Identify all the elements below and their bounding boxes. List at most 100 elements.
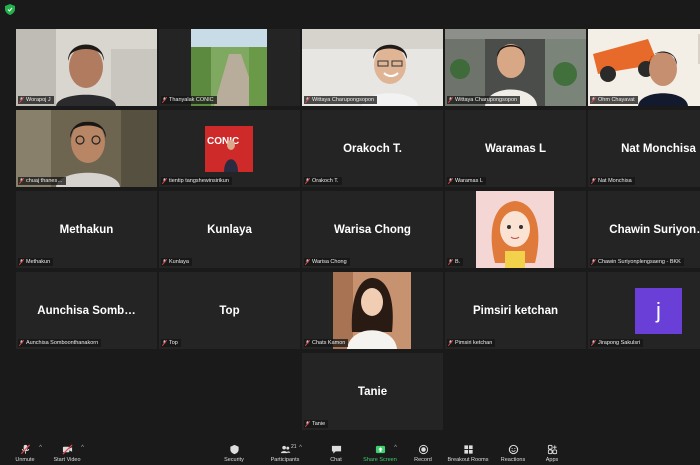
muted-microphone-icon bbox=[591, 97, 596, 103]
apps-button[interactable]: Apps bbox=[527, 444, 577, 463]
participant-tile[interactable]: Chats Kamon bbox=[302, 272, 443, 349]
participant-tile[interactable]: Pimsiri ketchan Pimsiri ketchan bbox=[445, 272, 586, 349]
smiley-icon bbox=[508, 444, 518, 455]
participant-tile[interactable]: Wittaya Charupongsopon bbox=[302, 29, 443, 106]
shield-icon bbox=[229, 444, 239, 455]
record-icon bbox=[418, 444, 428, 455]
participant-name-label: Top bbox=[161, 339, 181, 347]
participant-name-label: Aunchisa Somboonthanakorn bbox=[18, 339, 102, 347]
chevron-up-icon[interactable]: ^ bbox=[81, 445, 84, 451]
participant-tile[interactable]: Tanie Tanie bbox=[302, 353, 443, 430]
participant-name-label: Methakun bbox=[18, 258, 54, 266]
participant-tile[interactable]: Worapoj J bbox=[16, 29, 157, 106]
participants-button[interactable]: 21 Participants ^ bbox=[260, 444, 310, 463]
participant-video bbox=[445, 191, 586, 268]
participant-tile[interactable]: Kunlaya Kunlaya bbox=[159, 191, 300, 268]
participant-tile[interactable]: Ohm Chayavat bbox=[588, 29, 700, 106]
participants-icon bbox=[280, 445, 290, 454]
participant-name-text: Chawin Suriyonplengsaeng - BKK bbox=[598, 259, 681, 265]
participant-name-text: B. bbox=[455, 259, 461, 265]
participant-tile[interactable]: chuaj thanes… bbox=[16, 110, 157, 187]
chevron-up-icon[interactable]: ^ bbox=[394, 445, 397, 451]
muted-microphone-icon bbox=[591, 340, 596, 346]
participant-tile[interactable]: j Jirapong Sakulsri bbox=[588, 272, 700, 349]
participant-name-text: Ohm Chayavat bbox=[598, 97, 635, 103]
participant-name-label: Kunlaya bbox=[161, 258, 192, 266]
breakout-rooms-button[interactable]: Breakout Rooms bbox=[443, 444, 493, 463]
muted-microphone-icon bbox=[162, 340, 167, 346]
participant-tile[interactable]: Nat Monchisa Nat Monchisa bbox=[588, 110, 700, 187]
muted-microphone-icon bbox=[448, 178, 453, 184]
participant-tile[interactable]: CONIC tientip tangshewinsirikun bbox=[159, 110, 300, 187]
participant-display-name: Tanie bbox=[357, 385, 388, 398]
participant-name-text: Warisa Chong bbox=[312, 259, 347, 265]
participant-video bbox=[302, 272, 443, 349]
record-label: Record bbox=[414, 457, 432, 463]
participant-tile[interactable]: Aunchisa Somb… Aunchisa Somboonthanakorn bbox=[16, 272, 157, 349]
participant-tile[interactable]: Thanyalak CONIC bbox=[159, 29, 300, 106]
start-video-label: Start Video bbox=[53, 457, 81, 463]
muted-microphone-icon bbox=[305, 421, 310, 427]
participant-tile[interactable]: Methakun Methakun bbox=[16, 191, 157, 268]
participant-name-text: Wittaya Charupongsopon bbox=[312, 97, 375, 103]
participant-name-label: Thanyalak CONIC bbox=[161, 96, 217, 104]
participant-name-text: Tanie bbox=[312, 421, 326, 427]
security-button[interactable]: Security bbox=[209, 444, 259, 463]
participant-name-text: Kunlaya bbox=[169, 259, 189, 265]
muted-microphone-icon bbox=[448, 340, 453, 346]
participant-display-name: Nat Monchisa bbox=[621, 142, 696, 155]
record-button[interactable]: Record bbox=[398, 444, 448, 463]
chat-bubble-icon bbox=[331, 445, 341, 454]
video-off-icon bbox=[61, 444, 73, 455]
participant-tile[interactable]: Top Top bbox=[159, 272, 300, 349]
participant-tile[interactable]: Chawin Suriyon… Chawin Suriyonplengsaeng … bbox=[588, 191, 700, 268]
muted-microphone-icon bbox=[20, 444, 30, 455]
participant-name-text: Waramas L bbox=[455, 178, 483, 184]
chat-button[interactable]: Chat bbox=[311, 444, 361, 463]
apps-label: Apps bbox=[545, 457, 559, 463]
participant-name-text: chuaj thanes… bbox=[26, 178, 63, 184]
participant-name-text: Thanyalak CONIC bbox=[169, 97, 214, 103]
participant-name-label: chuaj thanes… bbox=[18, 177, 66, 185]
muted-microphone-icon bbox=[591, 259, 596, 265]
muted-microphone-icon bbox=[162, 259, 167, 265]
participant-name-text: Nat Monchisa bbox=[598, 178, 632, 184]
participant-name-text: Chats Kamon bbox=[312, 340, 346, 346]
participant-name-label: Orakoch T. bbox=[304, 177, 342, 185]
muted-microphone-icon bbox=[448, 97, 453, 103]
participant-tile[interactable]: Waramas L Waramas L bbox=[445, 110, 586, 187]
participant-display-name: Orakoch T. bbox=[343, 142, 402, 155]
apps-icon bbox=[547, 444, 557, 455]
participant-video: CONIC bbox=[159, 110, 300, 187]
participant-tile[interactable]: Wittaya Charupongsopon bbox=[445, 29, 586, 106]
share-screen-label: Share Screen bbox=[363, 457, 397, 463]
participant-tile[interactable]: Warisa Chong Warisa Chong bbox=[302, 191, 443, 268]
participant-display-name: Top bbox=[219, 304, 240, 317]
participant-tile[interactable]: Orakoch T. Orakoch T. bbox=[302, 110, 443, 187]
participant-name-text: Jirapong Sakulsri bbox=[598, 340, 641, 346]
participant-tile[interactable]: B. bbox=[445, 191, 586, 268]
participant-display-name: Warisa Chong bbox=[334, 223, 411, 236]
participant-display-name: Chawin Suriyon… bbox=[609, 223, 700, 236]
participant-name-text: Orakoch T. bbox=[312, 178, 339, 184]
participant-display-name: Methakun bbox=[59, 223, 114, 236]
muted-microphone-icon bbox=[19, 97, 24, 103]
participant-name-text: Pimsiri ketchan bbox=[455, 340, 493, 346]
participant-video bbox=[302, 29, 443, 106]
participant-name-label: Wittaya Charupongsopon bbox=[447, 96, 521, 104]
participant-name-label: Waramas L bbox=[447, 177, 486, 185]
chevron-up-icon[interactable]: ^ bbox=[299, 445, 302, 451]
security-label: Security bbox=[224, 457, 244, 463]
gallery-grid: Worapoj J Thanyalak CONIC Wittaya Charupon… bbox=[16, 29, 700, 430]
start-video-button[interactable]: Start Video ^ bbox=[42, 444, 92, 463]
reactions-label: Reactions bbox=[500, 457, 526, 463]
muted-microphone-icon bbox=[162, 178, 167, 184]
avatar-letter: j bbox=[656, 298, 661, 323]
participant-name-text: Top bbox=[169, 340, 178, 346]
muted-microphone-icon bbox=[19, 178, 24, 184]
participant-name-text: tientip tangshewinsirikun bbox=[169, 178, 229, 184]
participant-name-label: Pimsiri ketchan bbox=[447, 339, 496, 347]
participants-label: Participants bbox=[270, 457, 300, 463]
participant-video bbox=[16, 29, 157, 106]
chat-label: Chat bbox=[330, 457, 342, 463]
